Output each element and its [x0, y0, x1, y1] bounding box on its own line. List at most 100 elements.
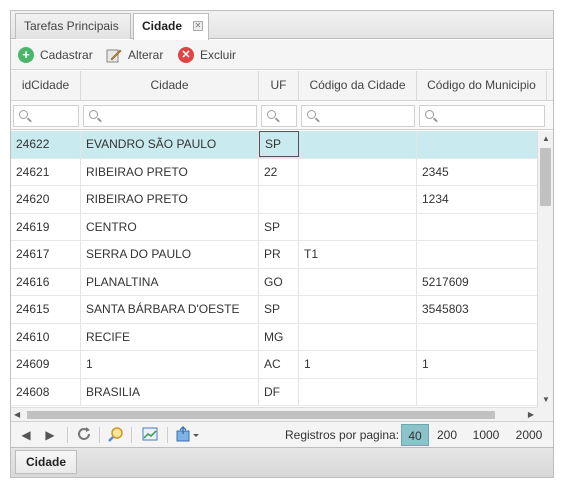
add-label: Cadastrar	[40, 48, 93, 62]
cell-codigo-municipio	[417, 241, 537, 268]
page-size-1000[interactable]: 1000	[469, 424, 503, 446]
cell-codigo-cidade: 1	[299, 351, 417, 378]
cell-idcidade: 24609	[11, 351, 81, 378]
filter-input-idcidade[interactable]	[13, 105, 79, 127]
cell-idcidade: 24608	[11, 378, 81, 406]
cell-cidade: SERRA DO PAULO	[81, 241, 259, 268]
column-header-cidade[interactable]: Cidade	[81, 71, 259, 101]
cell-idcidade: 24615	[11, 296, 81, 323]
filter-input-uf[interactable]	[261, 105, 297, 127]
column-header-label: UF	[270, 78, 287, 92]
cell-idcidade: 24616	[11, 268, 81, 296]
cell-codigo-municipio: 1234	[422, 192, 449, 206]
table-row[interactable]: 24610 RECIFE MG	[11, 323, 537, 351]
table-row[interactable]: 24619 CENTRO SP	[11, 213, 537, 241]
filter-row	[11, 102, 553, 130]
tab-bar: Tarefas Principais Cidade ✕	[11, 11, 553, 40]
filter-input-codigo-cidade[interactable]	[301, 105, 415, 127]
cell-uf: AC	[259, 351, 299, 378]
column-header-label: Código da Cidade	[309, 78, 406, 92]
table-row[interactable]: 24622 EVANDRO SÃO PAULO SP	[11, 131, 537, 159]
cell-idcidade: 24617	[11, 241, 81, 268]
search-icon	[19, 110, 28, 119]
column-header-codigo-cidade[interactable]: Código da Cidade	[299, 71, 417, 101]
scroll-down-icon[interactable]: ▼	[542, 395, 550, 404]
table-row[interactable]: 24615 SANTA BÁRBARA D'OESTE SP 3545803	[11, 296, 537, 324]
cell-uf: MG	[259, 323, 299, 351]
cell-cidade: PLANALTINA	[81, 268, 259, 296]
cell-codigo-cidade: T1	[299, 241, 417, 268]
next-icon[interactable]: ▶	[43, 426, 57, 444]
divider	[67, 427, 68, 443]
search-icon	[89, 110, 98, 119]
bottom-tab-bar: Cidade	[11, 447, 553, 477]
tab-cidade[interactable]: Cidade ✕	[133, 13, 209, 40]
table-row[interactable]: 24609 1 AC 1 1	[11, 351, 537, 379]
cell-codigo-municipio: 5217609	[422, 274, 469, 289]
cell-uf: GO	[259, 268, 299, 296]
edit-label: Alterar	[128, 48, 164, 62]
cell-uf[interactable]: SP	[259, 131, 299, 157]
cell-codigo-municipio: 3545803	[422, 302, 469, 316]
cell-codigo-municipio	[417, 214, 537, 241]
delete-icon: ✕	[178, 47, 194, 63]
pager-bar: ◀ ▶ Registros por pagina: 40 200 1000 20…	[11, 421, 553, 447]
horizontal-scrollbar[interactable]: ◀ ▶	[11, 407, 537, 421]
delete-label: Excluir	[200, 48, 237, 62]
chart-icon[interactable]	[141, 426, 159, 444]
cell-uf: SP	[259, 296, 299, 323]
column-header-uf[interactable]: UF	[259, 71, 299, 101]
page-size-2000[interactable]: 2000	[511, 424, 547, 446]
toolbar: + Cadastrar Alterar ✕ Excluir	[11, 40, 553, 70]
cell-cidade: EVANDRO SÃO PAULO	[81, 131, 259, 158]
cell-uf	[259, 186, 299, 213]
vertical-scroll-thumb[interactable]	[540, 148, 551, 206]
cell-codigo-cidade	[299, 213, 417, 241]
scroll-corner	[537, 407, 553, 421]
tab-tarefas-principais[interactable]: Tarefas Principais	[15, 13, 131, 39]
horizontal-scroll-thumb[interactable]	[27, 411, 495, 419]
search-icon	[307, 110, 316, 119]
cell-idcidade: 24610	[11, 323, 81, 351]
table-row[interactable]: 24608 BRASILIA DF	[11, 378, 537, 406]
cell-idcidade: 24620	[11, 186, 81, 213]
table-row[interactable]: 24616 PLANALTINA GO 5217609	[11, 268, 537, 296]
tab-label: Cidade	[142, 19, 183, 33]
cell-codigo-municipio	[417, 324, 537, 351]
export-icon[interactable]	[175, 426, 203, 444]
zoom-icon[interactable]	[107, 426, 125, 444]
divider	[167, 427, 168, 443]
table-row[interactable]: 24617 SERRA DO PAULO PR T1	[11, 241, 537, 269]
table-row[interactable]: 24620 RIBEIRAO PRETO 1234	[11, 186, 537, 214]
edit-icon	[106, 47, 122, 63]
cell-codigo-cidade	[299, 296, 417, 323]
cell-cidade: BRASILIA	[81, 378, 259, 406]
cell-codigo-cidade	[299, 186, 417, 213]
close-icon[interactable]: ✕	[193, 21, 203, 31]
column-header-codigo-municipio[interactable]: Código do Municipio	[417, 71, 547, 101]
cell-cidade: SANTA BÁRBARA D'OESTE	[81, 296, 259, 323]
cell-codigo-cidade	[299, 323, 417, 351]
table-row[interactable]: 24621 RIBEIRAO PRETO 22 2345	[11, 158, 537, 186]
filter-input-cidade[interactable]	[83, 105, 257, 127]
vertical-scrollbar[interactable]: ▲ ▼	[537, 131, 553, 407]
column-header-idcidade[interactable]: idCidade	[11, 71, 81, 101]
cell-cidade: RECIFE	[81, 323, 259, 351]
page-size-40[interactable]: 40	[401, 424, 429, 446]
cell-codigo-municipio	[417, 379, 537, 406]
add-icon: +	[18, 47, 34, 63]
prev-icon[interactable]: ◀	[19, 426, 33, 444]
page-size-200[interactable]: 200	[433, 424, 461, 446]
search-icon	[267, 110, 276, 119]
filter-input-codigo-municipio[interactable]	[419, 105, 545, 127]
scroll-up-icon[interactable]: ▲	[542, 134, 550, 143]
divider	[99, 427, 100, 443]
column-header-label: Código do Municipio	[427, 78, 536, 92]
window-frame: Tarefas Principais Cidade ✕ + Cadastrar …	[10, 10, 554, 478]
scroll-left-icon[interactable]: ◀	[14, 410, 20, 419]
bottom-tab-cidade[interactable]: Cidade	[15, 450, 77, 474]
refresh-icon[interactable]	[75, 426, 93, 444]
cell-idcidade: 24621	[11, 158, 81, 186]
scroll-right-icon[interactable]: ▶	[528, 410, 534, 419]
cell-codigo-municipio	[417, 131, 537, 158]
